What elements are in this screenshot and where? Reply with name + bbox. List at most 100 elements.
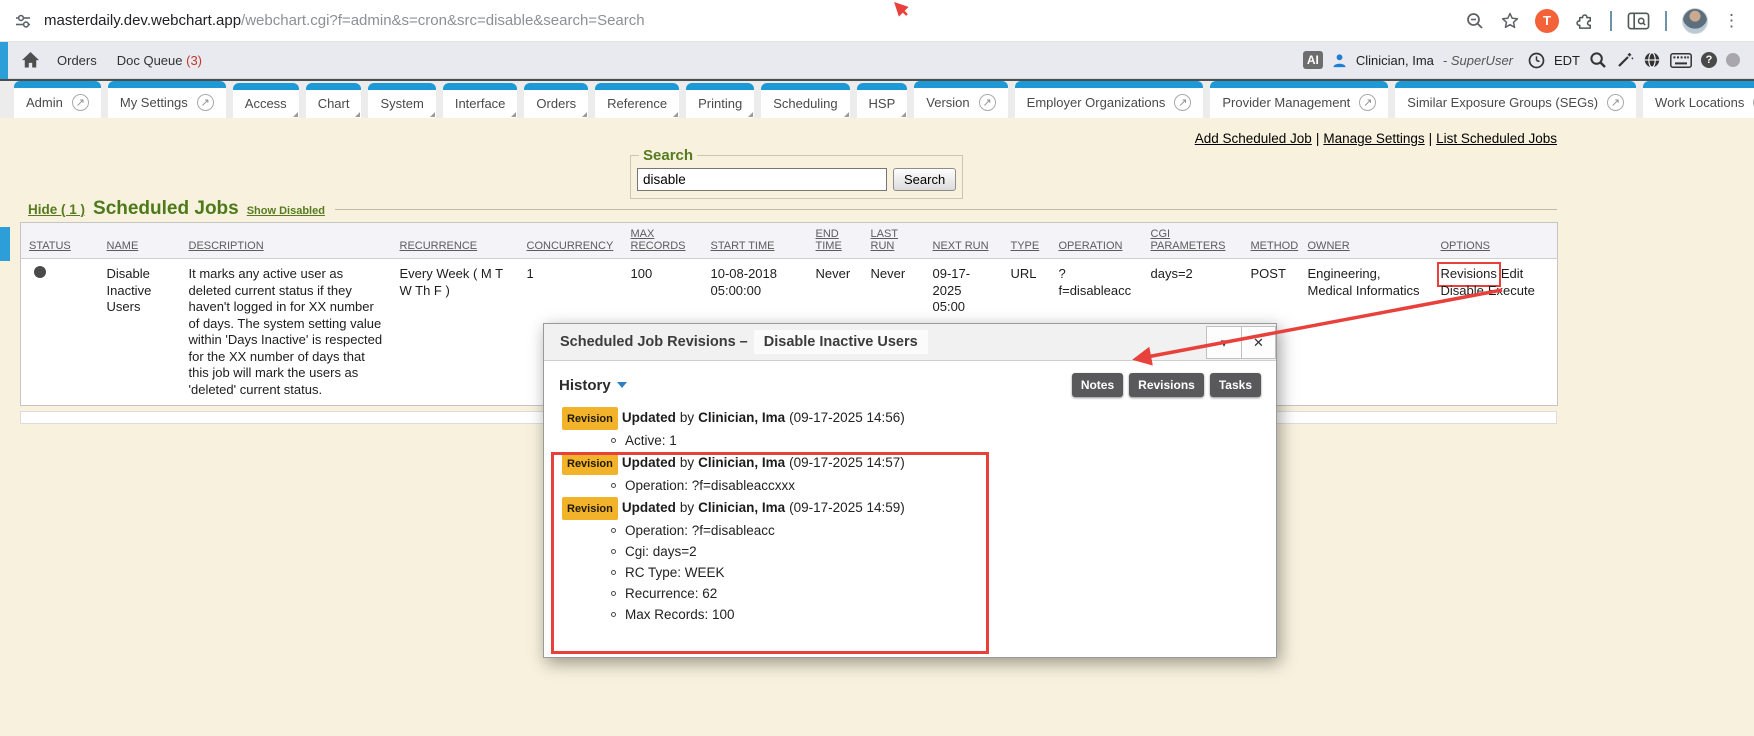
modal-button-notes[interactable]: Notes — [1072, 373, 1123, 397]
search-input[interactable] — [637, 168, 887, 191]
hide-link[interactable]: Hide ( 1 ) — [28, 202, 85, 217]
revision-detail-text: Operation: ?f=disableaccxxx — [625, 476, 795, 496]
tab-label: Chart — [318, 96, 350, 111]
column-header-cgi-parameters[interactable]: CGI PARAMETERS — [1143, 223, 1243, 259]
app-header: Orders Doc Queue (3) AI Clinician, Ima -… — [0, 42, 1754, 79]
tab-similar-exposure-groups-segs[interactable]: Similar Exposure Groups (SEGs)↗ — [1395, 81, 1636, 118]
option-link-revisions[interactable]: Revisions — [1441, 266, 1497, 283]
column-header-recurrence[interactable]: RECURRENCE — [392, 223, 519, 259]
link-add-scheduled-job[interactable]: Add Scheduled Job — [1195, 131, 1312, 146]
cell-recurrence: Every Week ( M T W Th F ) — [392, 259, 519, 406]
column-header-type[interactable]: TYPE — [1003, 223, 1051, 259]
link-separator: | — [1429, 131, 1433, 146]
column-header-max-records[interactable]: MAX RECORDS — [623, 223, 703, 259]
option-link-execute[interactable]: Execute — [1488, 283, 1535, 300]
tab-label: Printing — [698, 96, 742, 111]
column-header-operation[interactable]: OPERATION — [1051, 223, 1143, 259]
column-header-next-run[interactable]: NEXT RUN — [925, 223, 1003, 259]
tab-interface[interactable]: Interface — [443, 83, 518, 118]
modal-controls: ▾ ✕ — [1206, 326, 1276, 359]
link-manage-settings[interactable]: Manage Settings — [1323, 131, 1424, 146]
external-link-icon: ↗ — [72, 94, 89, 111]
tab-accent — [1395, 81, 1636, 88]
external-link-icon: ↗ — [1174, 94, 1191, 111]
modal-button-tasks[interactable]: Tasks — [1210, 373, 1261, 397]
tab-printing[interactable]: Printing — [686, 83, 754, 118]
modal-action-buttons: NotesRevisionsTasks — [1072, 373, 1261, 397]
tab-system[interactable]: System — [368, 83, 435, 118]
tab-body: Version↗ — [914, 88, 1007, 118]
site-settings-icon[interactable] — [14, 12, 32, 30]
tab-employer-organizations[interactable]: Employer Organizations ↗ — [1015, 81, 1204, 118]
tab-accent — [857, 83, 908, 90]
tab-my-settings[interactable]: My Settings↗ — [108, 81, 226, 118]
link-list-scheduled-jobs[interactable]: List Scheduled Jobs — [1436, 131, 1557, 146]
keyboard-icon[interactable] — [1670, 53, 1692, 68]
column-header-method[interactable]: METHOD — [1243, 223, 1300, 259]
tab-chart[interactable]: Chart — [306, 83, 362, 118]
modal-button-revisions[interactable]: Revisions — [1129, 373, 1204, 397]
magic-wand-icon[interactable] — [1616, 51, 1634, 69]
modal-close-button[interactable]: ✕ — [1241, 327, 1275, 358]
column-header-status[interactable]: STATUS — [21, 223, 99, 259]
column-header-concurrency[interactable]: CONCURRENCY — [519, 223, 623, 259]
revision-action: Updated — [622, 410, 676, 425]
modal-titlebar[interactable]: Scheduled Job Revisions – Disable Inacti… — [544, 324, 1276, 361]
tab-access[interactable]: Access — [233, 83, 299, 118]
search-button[interactable]: Search — [893, 168, 956, 191]
tab-body: Reference — [595, 90, 679, 118]
column-header-label: METHOD — [1251, 240, 1299, 252]
tab-accent — [108, 81, 226, 88]
tab-scheduling[interactable]: Scheduling — [761, 83, 849, 118]
tab-admin[interactable]: Admin↗ — [14, 81, 101, 118]
bullet-icon — [611, 483, 616, 488]
doc-queue-label: Doc Queue — [117, 53, 183, 68]
column-header-start-time[interactable]: START TIME — [703, 223, 808, 259]
tab-provider-management[interactable]: Provider Management↗ — [1210, 81, 1388, 118]
search-icon[interactable] — [1589, 51, 1607, 69]
tab-reference[interactable]: Reference — [595, 83, 679, 118]
tab-orders[interactable]: Orders — [524, 83, 588, 118]
zoom-icon[interactable] — [1465, 11, 1485, 31]
ai-badge[interactable]: AI — [1303, 51, 1323, 69]
modal-dropdown-button[interactable]: ▾ — [1207, 327, 1241, 358]
option-link-disable[interactable]: Disable — [1441, 283, 1484, 300]
extensions-puzzle-icon[interactable] — [1574, 10, 1595, 31]
tab-hsp[interactable]: HSP — [857, 83, 908, 118]
side-search-icon[interactable] — [1627, 11, 1650, 31]
tab-accent — [1015, 81, 1204, 88]
cell-name: Disable Inactive Users — [99, 259, 181, 406]
column-header-name[interactable]: NAME — [99, 223, 181, 259]
option-link-edit[interactable]: Edit — [1501, 266, 1523, 283]
tab-work-locations[interactable]: Work Locations↗ — [1643, 81, 1754, 118]
browser-menu-icon[interactable]: ⋮ — [1723, 12, 1740, 29]
tab-label: My Settings — [120, 95, 188, 110]
column-header-label: TYPE — [1011, 240, 1040, 252]
bookmark-star-icon[interactable] — [1500, 11, 1520, 31]
user-name[interactable]: Clinician, Ima — [1356, 53, 1434, 68]
tab-version[interactable]: Version↗ — [914, 81, 1007, 118]
section-rule — [335, 209, 1557, 210]
help-icon[interactable]: ? — [1701, 52, 1717, 68]
url-text[interactable]: masterdaily.dev.webchart.app/webchart.cg… — [44, 12, 645, 29]
tab-accent — [761, 83, 849, 90]
column-header-owner[interactable]: OWNER — [1300, 223, 1433, 259]
column-header-options[interactable]: OPTIONS — [1433, 223, 1558, 259]
user-icon — [1332, 53, 1347, 68]
bullet-icon — [611, 570, 616, 575]
revision-detail-text: Recurrence: 62 — [625, 584, 717, 604]
extension-t-icon[interactable]: T — [1535, 9, 1559, 33]
column-header-description[interactable]: DESCRIPTION — [181, 223, 392, 259]
show-disabled-link[interactable]: Show Disabled — [247, 205, 325, 217]
home-icon[interactable] — [22, 52, 39, 68]
page-action-links: Add Scheduled Job|Manage Settings|List S… — [1195, 131, 1557, 146]
column-header-last-run[interactable]: LAST RUN — [863, 223, 925, 259]
tab-label: Employer Organizations — [1027, 95, 1166, 110]
history-toggle[interactable]: History — [559, 377, 611, 394]
globe-icon[interactable] — [1643, 51, 1661, 69]
column-header-label: NAME — [107, 240, 139, 252]
nav-doc-queue[interactable]: Doc Queue (3) — [117, 53, 202, 68]
profile-avatar[interactable] — [1682, 8, 1708, 34]
column-header-end-time[interactable]: END TIME — [808, 223, 863, 259]
nav-orders[interactable]: Orders — [57, 53, 97, 68]
